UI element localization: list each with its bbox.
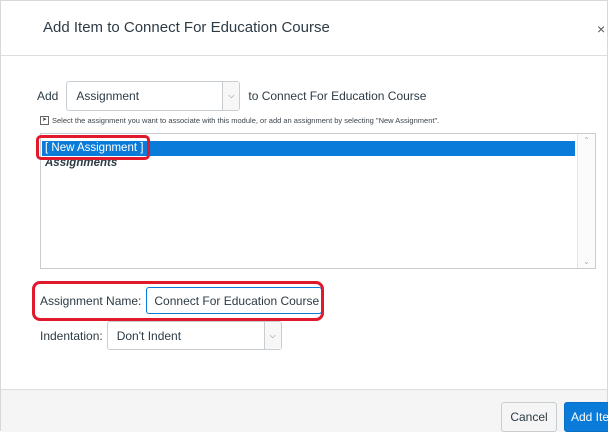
chevron-up-icon[interactable]: ⌃ bbox=[578, 136, 595, 145]
item-type-select[interactable]: Assignment ⌵ bbox=[66, 81, 241, 111]
chevron-down-icon[interactable]: ⌄ bbox=[578, 257, 595, 266]
indentation-value: Don't Indent bbox=[116, 329, 182, 343]
indentation-select[interactable]: Don't Indent ⌵ bbox=[106, 321, 282, 350]
dialog-footer: Cancel Add Item bbox=[1, 389, 608, 432]
assignment-name-highlight bbox=[32, 281, 324, 321]
add-item-dialog: Add Item to Connect For Education Course… bbox=[0, 0, 608, 432]
chevron-down-icon[interactable]: ⌵ bbox=[222, 82, 240, 110]
dialog-title: Add Item to Connect For Education Course bbox=[43, 19, 330, 36]
indentation-label: Indentation: bbox=[40, 328, 103, 343]
hint-text: Select the assignment you want to associ… bbox=[52, 116, 440, 125]
item-type-value: Assignment bbox=[76, 89, 140, 103]
chevron-down-icon[interactable]: ⌵ bbox=[263, 322, 281, 349]
add-item-button[interactable]: Add Item bbox=[564, 402, 608, 432]
hint-row: ➤ Select the assignment you want to asso… bbox=[40, 116, 439, 125]
cancel-button[interactable]: Cancel bbox=[501, 402, 557, 432]
close-icon[interactable]: × bbox=[597, 21, 605, 37]
to-module-text: to Connect For Education Course bbox=[248, 89, 427, 103]
new-assignment-highlight bbox=[36, 135, 150, 160]
add-item-type-row: Add Assignment ⌵ to Connect For Educatio… bbox=[37, 81, 426, 111]
listbox-scrollbar[interactable]: ⌃ ⌄ bbox=[577, 134, 595, 268]
dialog-header: Add Item to Connect For Education Course… bbox=[1, 1, 607, 56]
indentation-row: Indentation: Don't Indent ⌵ bbox=[40, 321, 282, 350]
add-label: Add bbox=[37, 89, 59, 103]
info-icon: ➤ bbox=[40, 116, 49, 125]
